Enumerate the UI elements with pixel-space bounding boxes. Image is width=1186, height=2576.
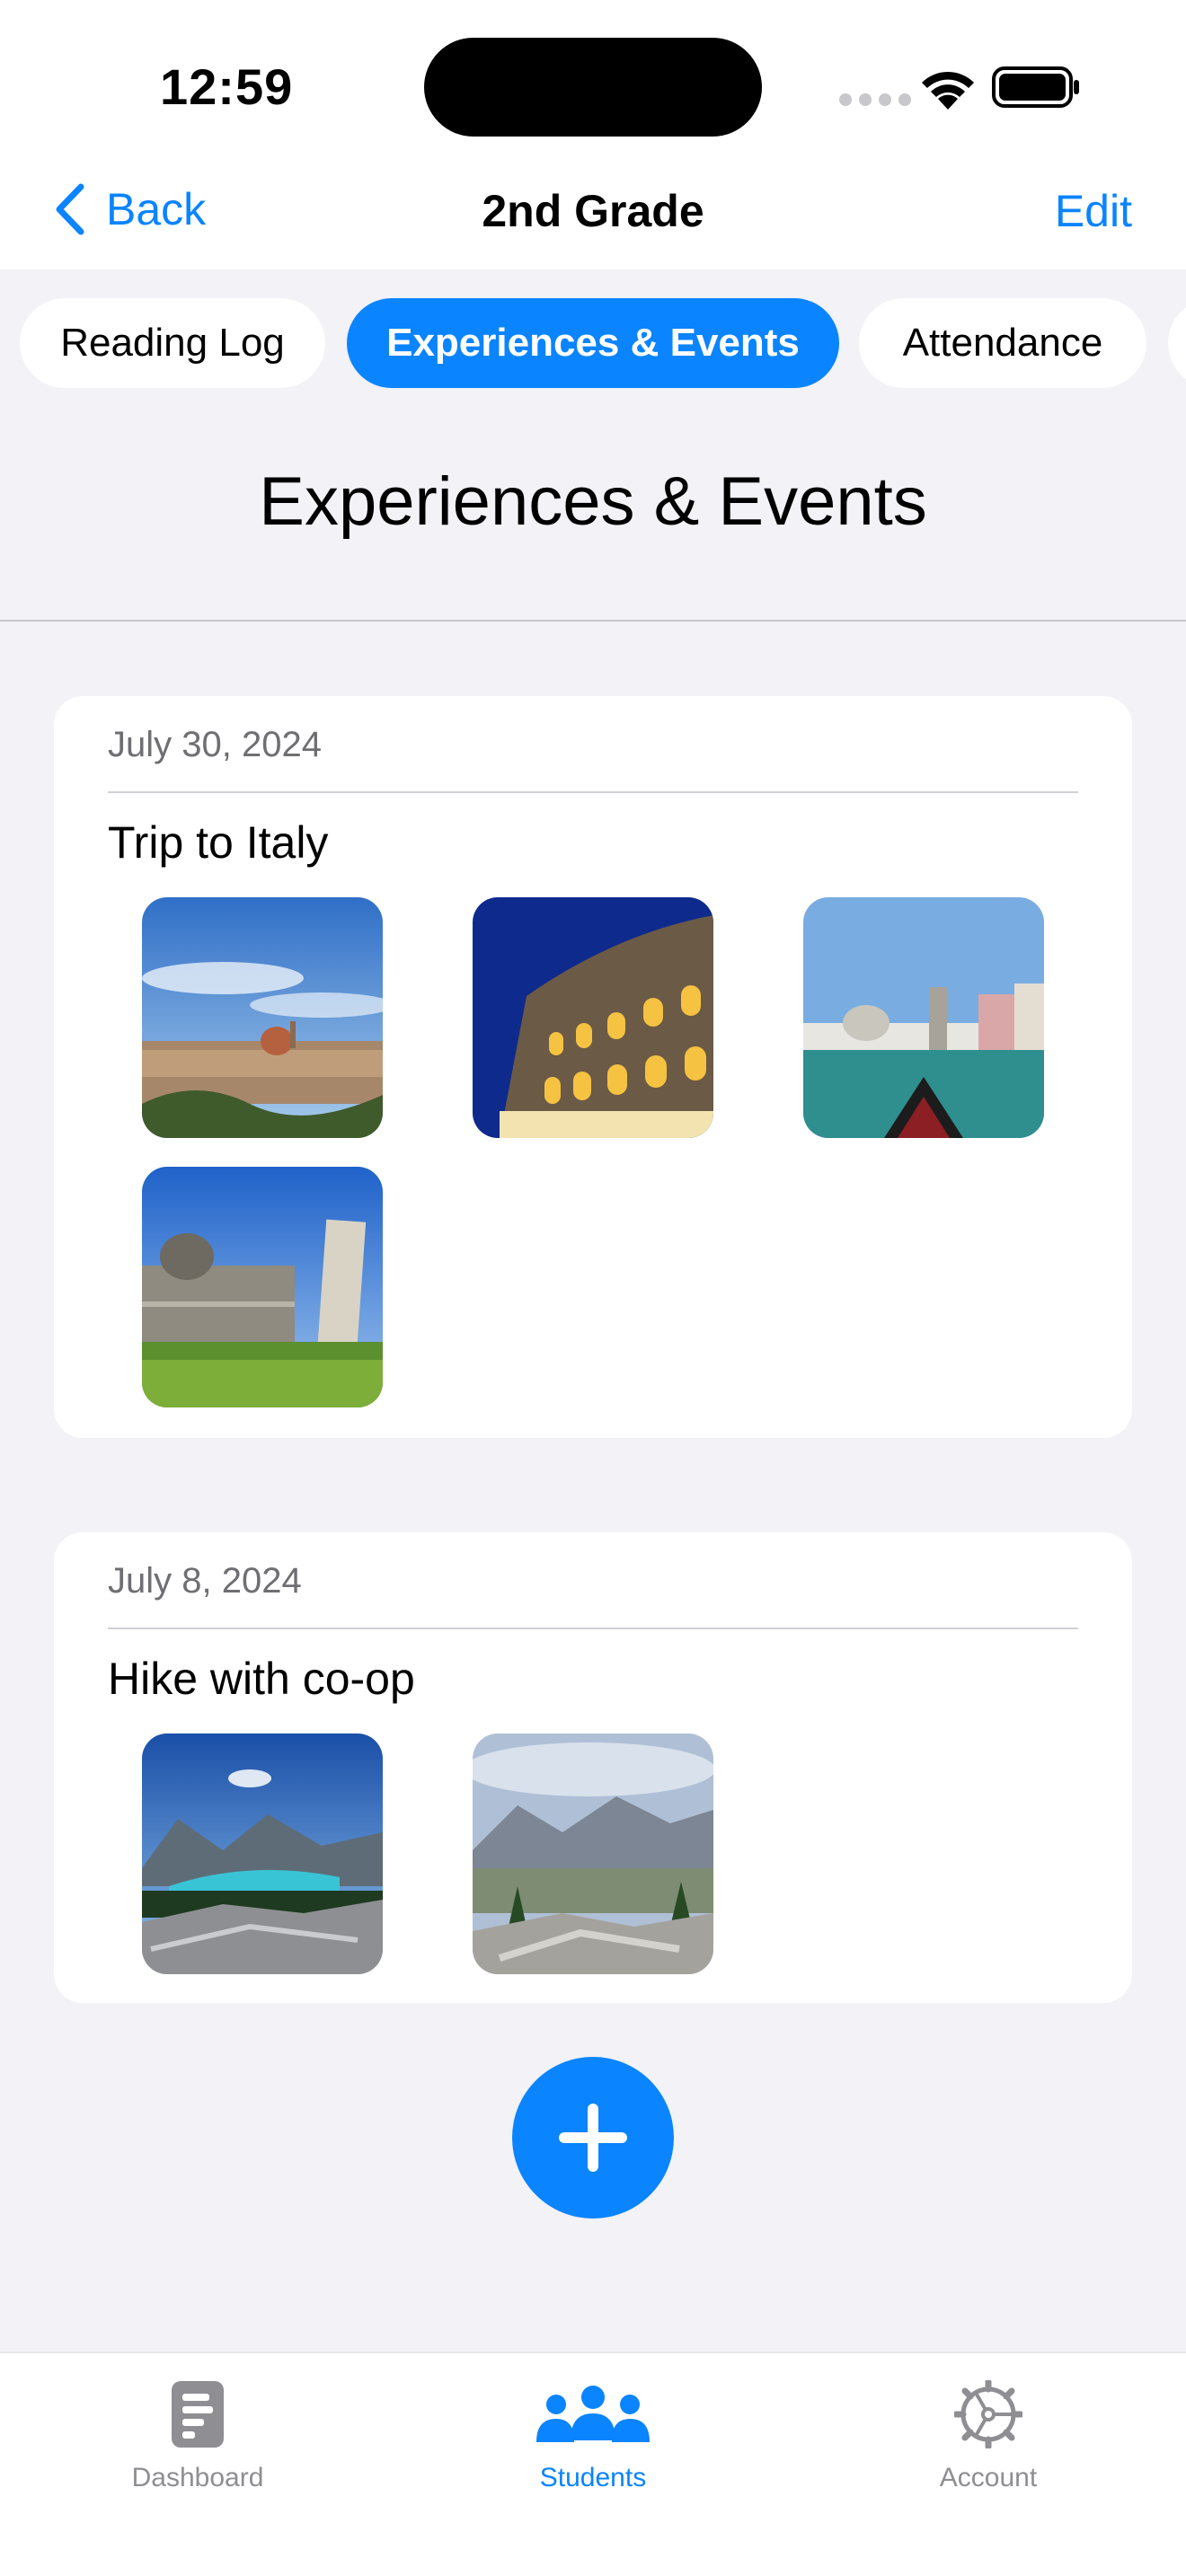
- florence-skyline-photo[interactable]: [142, 897, 383, 1138]
- event-date: July 30, 2024: [108, 725, 322, 764]
- card-divider: [108, 791, 1078, 793]
- mountain-lake-photo[interactable]: [142, 1734, 383, 1974]
- colosseum-night-photo[interactable]: [473, 897, 713, 1138]
- segment-reading-log[interactable]: Reading Log: [20, 298, 325, 388]
- mountain-valley-photo[interactable]: [473, 1734, 713, 1974]
- event-title: Hike with co-op: [108, 1654, 415, 1704]
- event-card[interactable]: July 8, 2024 Hike with co-op: [54, 1532, 1132, 2003]
- tab-label: Students: [539, 2463, 647, 2492]
- students-icon: [536, 2386, 650, 2442]
- nav-title: 2nd Grade: [482, 186, 704, 236]
- add-event-button[interactable]: [512, 2057, 674, 2219]
- tab-bar: Dashboard Students Account: [0, 2351, 1186, 2576]
- pisa-tower-photo[interactable]: [142, 1167, 383, 1407]
- dashboard-icon: [172, 2381, 224, 2448]
- event-date: July 8, 2024: [108, 1561, 302, 1601]
- segment-attendance[interactable]: Attendance: [859, 298, 1146, 388]
- event-title: Trip to Italy: [108, 817, 329, 868]
- cellular-signal-icon: [839, 93, 911, 106]
- status-time: 12:59: [160, 58, 294, 115]
- tab-account[interactable]: Account: [863, 2369, 1114, 2504]
- account-gear-icon: [954, 2380, 1022, 2448]
- card-divider: [108, 1628, 1078, 1629]
- status-bar: 12:59: [0, 0, 1186, 162]
- wifi-icon: [922, 71, 974, 110]
- tab-label: Account: [939, 2463, 1038, 2492]
- dynamic-island: [424, 38, 762, 137]
- tab-label: Dashboard: [131, 2463, 264, 2492]
- tab-dashboard[interactable]: Dashboard: [72, 2369, 323, 2504]
- segment-experiences-events[interactable]: Experiences & Events: [347, 298, 839, 388]
- page-heading: Experiences & Events: [259, 463, 927, 540]
- segment-more[interactable]: [1168, 298, 1186, 388]
- section-segments: Reading Log Experiences & Events Attenda…: [0, 269, 1186, 413]
- event-card[interactable]: July 30, 2024 Trip to Italy: [54, 696, 1132, 1438]
- heading-divider: [0, 620, 1186, 622]
- venice-gondola-photo[interactable]: [803, 897, 1044, 1138]
- navigation-bar: Back 2nd Grade Edit: [0, 162, 1186, 269]
- battery-icon: [992, 66, 1079, 108]
- app-screen: 12:59 Back 2nd Grade Edit Reading Log Ex…: [0, 0, 1186, 2576]
- edit-button[interactable]: Edit: [1055, 185, 1132, 237]
- plus-icon: [559, 2104, 627, 2172]
- tab-students[interactable]: Students: [467, 2369, 719, 2504]
